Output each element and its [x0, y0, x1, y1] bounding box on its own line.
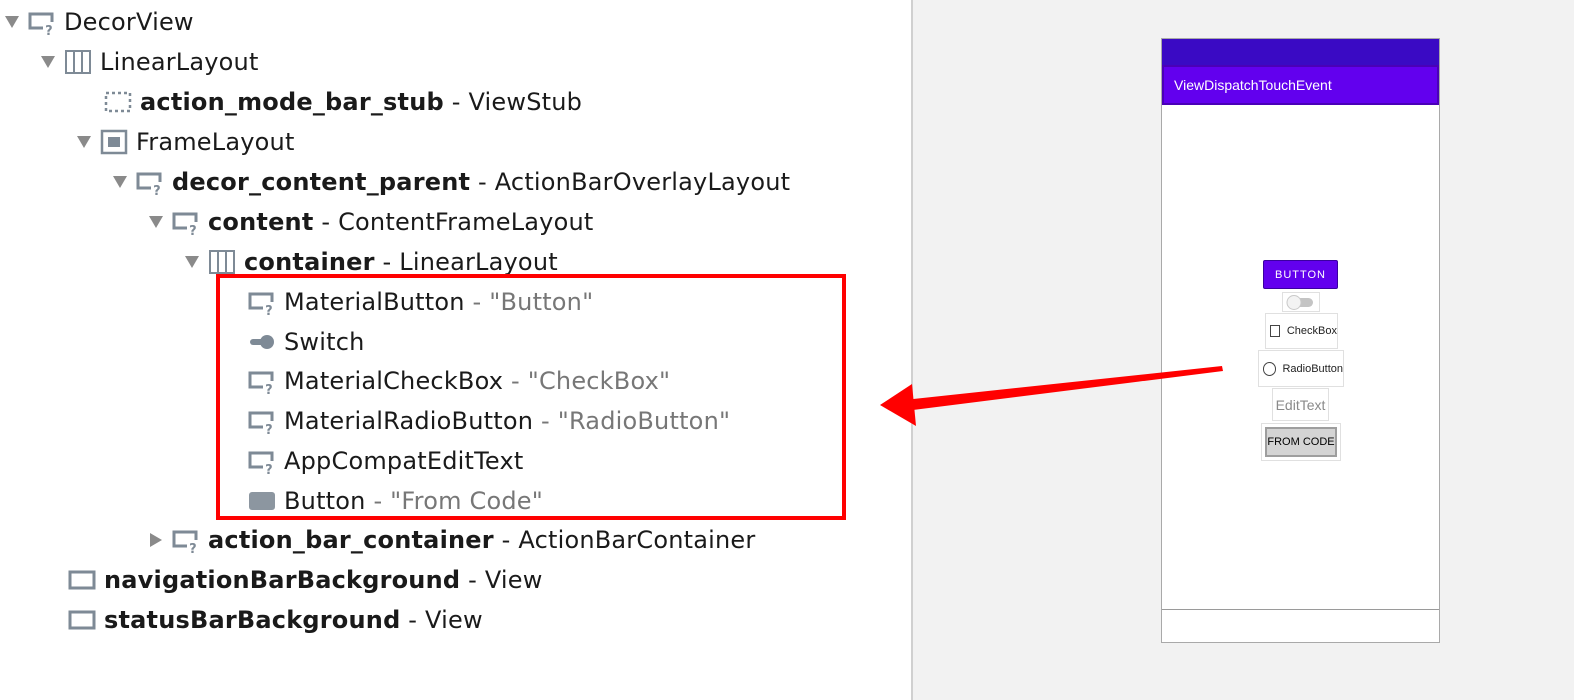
tree-row-label: action_bar_container — [208, 526, 494, 554]
app-title: ViewDispatchTouchEvent — [1174, 77, 1332, 93]
svg-text:?: ? — [189, 224, 197, 236]
expanded-triangle-icon[interactable] — [40, 54, 56, 70]
tree-row-separator: - — [451, 88, 461, 116]
expanded-triangle-icon[interactable] — [148, 214, 164, 230]
expanded-triangle-icon[interactable] — [76, 134, 92, 150]
preview-switch[interactable] — [1282, 292, 1320, 312]
svg-text:?: ? — [189, 542, 197, 554]
navigation-bar-divider — [1162, 609, 1439, 610]
linear-layout-icon — [64, 48, 92, 76]
unknown-view-icon: ? — [172, 526, 200, 554]
preview-edittext[interactable]: EditText — [1272, 388, 1329, 421]
tree-row-status-bar-background[interactable]: statusBarBackground - View — [68, 602, 483, 638]
preview-checkbox[interactable]: CheckBox — [1265, 313, 1338, 349]
svg-text:?: ? — [45, 24, 53, 36]
component-tree-panel: ? DecorView LinearLayout action_mode_bar… — [0, 0, 911, 700]
expanded-triangle-icon[interactable] — [112, 174, 128, 190]
tree-row-decorview[interactable]: ? DecorView — [4, 4, 194, 40]
tree-row-label: FrameLayout — [136, 128, 295, 156]
tree-row-label: container — [244, 248, 375, 276]
preview-radio-button[interactable]: RadioButton — [1258, 350, 1344, 387]
tree-row-type: View — [484, 566, 543, 594]
tree-row-type: LinearLayout — [399, 248, 558, 276]
preview-from-code-button[interactable]: FROM CODE — [1265, 427, 1337, 457]
expanded-triangle-icon[interactable] — [184, 254, 200, 270]
view-icon — [68, 566, 96, 594]
tree-row-decor-content-parent[interactable]: ? decor_content_parent - ActionBarOverla… — [112, 164, 790, 200]
checkbox-label: CheckBox — [1286, 325, 1337, 337]
radio-circle-icon — [1263, 361, 1277, 376]
tree-row-type: ActionBarOverlayLayout — [494, 168, 791, 196]
tree-row-separator: - — [382, 248, 392, 276]
checkbox-square-icon — [1270, 325, 1280, 337]
tree-row-label: decor_content_parent — [172, 168, 471, 196]
tree-row-label: statusBarBackground — [104, 606, 401, 634]
tree-row-type: ViewStub — [468, 88, 583, 116]
status-bar — [1162, 39, 1439, 66]
tree-row-separator: - — [321, 208, 331, 236]
tree-row-separator: - — [501, 526, 511, 554]
tree-row-framelayout[interactable]: FrameLayout — [76, 124, 295, 160]
tree-row-content[interactable]: ? content - ContentFrameLayout — [148, 204, 594, 240]
preview-from-code-button-bounds[interactable]: FROM CODE — [1261, 423, 1341, 461]
tree-row-label: content — [208, 208, 314, 236]
linear-layout-icon — [208, 248, 236, 276]
tree-row-linearlayout[interactable]: LinearLayout — [40, 44, 259, 80]
frame-layout-icon — [100, 128, 128, 156]
tree-row-label: DecorView — [64, 8, 194, 36]
tree-row-label: navigationBarBackground — [104, 566, 461, 594]
unknown-view-icon: ? — [136, 168, 164, 196]
tree-row-action-bar-container[interactable]: ? action_bar_container - ActionBarContai… — [148, 522, 755, 558]
tree-row-label: action_mode_bar_stub — [140, 88, 444, 116]
tree-row-type: View — [425, 606, 483, 634]
tree-row-separator: - — [408, 606, 418, 634]
tree-row-navigation-bar-background[interactable]: navigationBarBackground - View — [68, 562, 543, 598]
svg-text:?: ? — [153, 184, 161, 196]
tree-row-type: ActionBarContainer — [518, 526, 756, 554]
tree-row-action-mode-bar-stub[interactable]: action_mode_bar_stub - ViewStub — [104, 84, 582, 120]
view-stub-icon — [104, 88, 132, 116]
tree-row-type: ContentFrameLayout — [338, 208, 594, 236]
tree-row-label: LinearLayout — [100, 48, 259, 76]
view-icon — [68, 606, 96, 634]
switch-toggle-icon — [1286, 295, 1313, 310]
edittext-hint: EditText — [1275, 396, 1326, 413]
expanded-triangle-icon[interactable] — [4, 14, 20, 30]
tree-row-separator: - — [468, 566, 477, 594]
unknown-view-icon: ? — [28, 8, 56, 36]
radio-label: RadioButton — [1282, 362, 1343, 375]
app-bar[interactable]: ViewDispatchTouchEvent — [1162, 65, 1439, 105]
tree-row-separator: - — [478, 168, 487, 196]
unknown-view-icon: ? — [172, 208, 200, 236]
preview-material-button[interactable]: BUTTON — [1263, 260, 1338, 289]
collapsed-triangle-icon[interactable] — [148, 532, 164, 548]
highlight-annotation-box — [216, 274, 846, 520]
